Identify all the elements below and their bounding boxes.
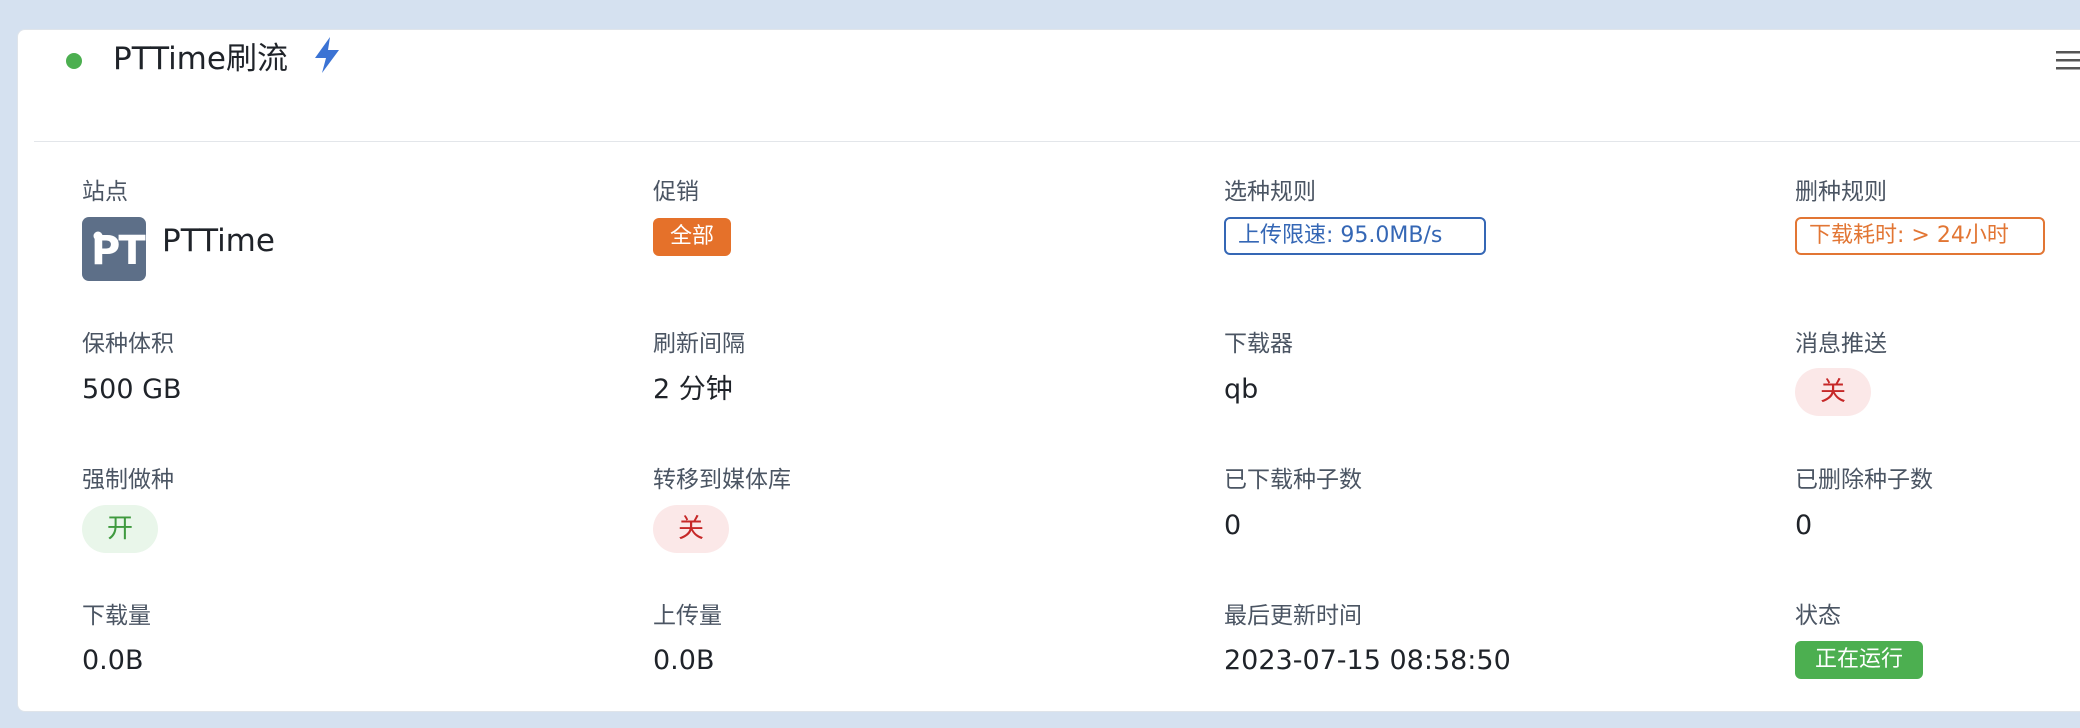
download-amount-label: 下载量 xyxy=(82,603,151,629)
brush-task-card xyxy=(17,29,2080,712)
notify-label: 消息推送 xyxy=(1795,331,1887,357)
transfer-label: 转移到媒体库 xyxy=(653,467,791,493)
notify-status-chip: 关 xyxy=(1795,368,1871,416)
force-seed-label: 强制做种 xyxy=(82,467,174,493)
downloaded-count-label: 已下载种子数 xyxy=(1224,467,1362,493)
refresh-interval-label: 刷新间隔 xyxy=(653,331,745,357)
status-dot-icon xyxy=(66,53,82,69)
header-divider xyxy=(34,141,2080,142)
site-name: PTTime xyxy=(162,223,275,259)
download-amount-value: 0.0B xyxy=(82,645,144,676)
state-label: 状态 xyxy=(1795,603,1841,629)
upload-amount-label: 上传量 xyxy=(653,603,722,629)
last-update-value: 2023-07-15 08:58:50 xyxy=(1224,645,1511,676)
force-seed-chip: 开 xyxy=(82,505,158,553)
downloaded-count-value: 0 xyxy=(1224,510,1242,541)
card-title: PTTime刷流 xyxy=(113,41,288,77)
deleted-count-value: 0 xyxy=(1795,510,1813,541)
last-update-label: 最后更新时间 xyxy=(1224,603,1362,629)
state-tag: 正在运行 xyxy=(1795,641,1923,679)
promo-tag: 全部 xyxy=(653,218,731,256)
delete-rule-label: 删种规则 xyxy=(1795,179,1887,205)
transfer-chip: 关 xyxy=(653,505,729,553)
site-logo-text: PT xyxy=(91,228,146,274)
promo-label: 促销 xyxy=(653,179,699,205)
seed-size-value: 500 GB xyxy=(82,374,182,405)
site-label: 站点 xyxy=(82,179,128,205)
refresh-interval-value: 2 分钟 xyxy=(653,374,733,405)
select-rule-tag: 上传限速: 95.0MB/s xyxy=(1224,217,1486,255)
delete-rule-tag: 下载耗时: > 24小时 xyxy=(1795,217,2045,255)
seed-size-label: 保种体积 xyxy=(82,331,174,357)
site-logo: PT xyxy=(82,217,146,281)
select-rule-label: 选种规则 xyxy=(1224,179,1316,205)
downloader-value: qb xyxy=(1224,374,1259,405)
lightning-icon[interactable] xyxy=(311,36,343,74)
upload-amount-value: 0.0B xyxy=(653,645,715,676)
downloader-label: 下载器 xyxy=(1224,331,1293,357)
menu-icon[interactable] xyxy=(2053,46,2080,74)
deleted-count-label: 已删除种子数 xyxy=(1795,467,1933,493)
